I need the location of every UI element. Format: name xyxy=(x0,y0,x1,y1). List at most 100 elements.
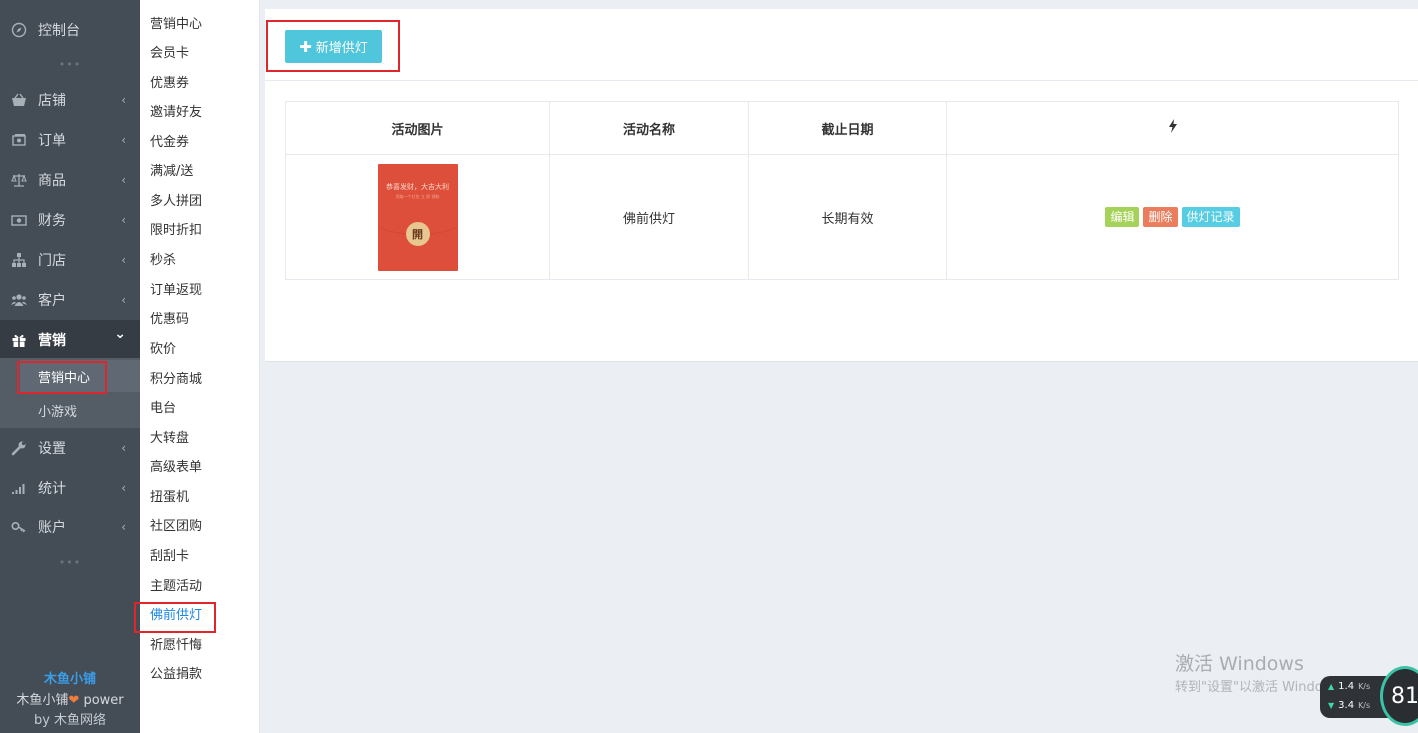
sidebar-item-label: 商品 xyxy=(38,173,66,189)
sidebar-item-statistics[interactable]: 统计 ‹ xyxy=(0,468,140,508)
edit-button[interactable]: 编辑 xyxy=(1105,207,1140,227)
marketing-menu-item[interactable]: 积分商城 xyxy=(150,370,202,390)
upload-arrow-icon: ▲ xyxy=(1328,682,1335,691)
delete-button[interactable]: 删除 xyxy=(1143,207,1178,227)
chevron-left-icon: ‹ xyxy=(121,441,126,455)
marketing-menu-item[interactable]: 优惠券 xyxy=(150,74,189,94)
chevron-left-icon: ‹ xyxy=(121,293,126,307)
marketing-menu-item[interactable]: 主题活动 xyxy=(150,577,202,597)
sidebar-item-customers[interactable]: 客户 ‹ xyxy=(0,280,140,320)
table-row: 恭喜发财，大吉大利 领取一个红包 立 即 领取 開 佛前供灯 长期有效 编辑 删除… xyxy=(285,154,1399,280)
column-header-image: 活动图片 xyxy=(285,101,550,155)
marketing-menu-item[interactable]: 刮刮卡 xyxy=(150,547,189,567)
table-header-row: 活动图片 活动名称 截止日期 xyxy=(285,101,1399,155)
brand-power-suffix: power xyxy=(83,693,124,708)
sitemap-icon xyxy=(10,251,28,269)
chevron-left-icon: ‹ xyxy=(121,213,126,227)
sidebar-item-label: 客户 xyxy=(38,293,66,309)
lightning-icon xyxy=(1168,119,1177,133)
marketing-menu-item[interactable]: 限时折扣 xyxy=(150,221,202,241)
heart-icon: ❤ xyxy=(68,693,80,708)
sidebar-item-finance[interactable]: 财务 ‹ xyxy=(0,200,140,240)
marketing-menu-item[interactable]: 代金券 xyxy=(150,133,189,153)
lamp-records-button[interactable]: 供灯记录 xyxy=(1181,207,1240,227)
sidebar-item-label: 订单 xyxy=(38,133,66,149)
sidebar-item-account[interactable]: 账户 ‹ xyxy=(0,507,140,547)
sidebar-item-stores[interactable]: 门店 ‹ xyxy=(0,240,140,280)
chevron-left-icon: ‹ xyxy=(121,173,126,187)
order-icon xyxy=(10,131,28,149)
marketing-menu-item[interactable]: 祈愿忏悔 xyxy=(150,636,202,656)
activity-image-cell: 恭喜发财，大吉大利 领取一个红包 立 即 领取 開 xyxy=(285,154,550,280)
activation-watermark-title: 激活 Windows xyxy=(1175,653,1304,675)
marketing-menu-item[interactable]: 秒杀 xyxy=(150,251,176,271)
upload-speed: ▲ 1.4 K/s xyxy=(1328,681,1370,692)
download-speed: ▼ 3.4 K/s xyxy=(1328,700,1370,711)
main-sidebar: 控制台 ••• 店铺 ‹ 订单 ‹ 商品 ‹ 财务 ‹ 门店 ‹ 客户 ‹ 营销… xyxy=(0,0,140,733)
column-header-deadline: 截止日期 xyxy=(748,101,947,155)
sidebar-item-orders[interactable]: 订单 ‹ xyxy=(0,120,140,160)
marketing-menu-item[interactable]: 扭蛋机 xyxy=(150,488,189,508)
toolbar: ✚ 新增供灯 xyxy=(265,9,1418,81)
add-lamp-label: 新增供灯 xyxy=(315,41,368,56)
brand-by-line: by 木鱼网络 xyxy=(33,713,107,728)
download-value: 3.4 xyxy=(1338,700,1355,711)
sidebar-item-label: 财务 xyxy=(38,213,66,229)
red-envelope-image[interactable]: 恭喜发财，大吉大利 领取一个红包 立 即 领取 開 xyxy=(377,163,458,271)
chevron-left-icon: ‹ xyxy=(121,520,126,534)
sidebar-item-dashboard[interactable]: 控制台 xyxy=(0,10,140,50)
sidebar-item-label: 店铺 xyxy=(38,93,66,109)
marketing-menu-item[interactable]: 多人拼团 xyxy=(150,192,202,212)
thumb-title: 恭喜发财，大吉大利 xyxy=(386,182,449,191)
marketing-menu-item[interactable]: 邀请好友 xyxy=(150,103,202,123)
upload-value: 1.4 xyxy=(1338,681,1355,692)
column-header-actions xyxy=(946,101,1399,155)
separator-dots: ••• xyxy=(58,58,82,71)
key-icon xyxy=(10,518,28,536)
chevron-left-icon: ‹ xyxy=(121,481,126,495)
chevron-left-icon: ‹ xyxy=(121,93,126,107)
submenu-item-mini-games[interactable]: 小游戏 xyxy=(20,394,140,426)
marketing-menu-item[interactable]: 订单返现 xyxy=(150,281,202,301)
chevron-left-icon: ‹ xyxy=(121,253,126,267)
sidebar-item-marketing[interactable]: 营销 ⌄ xyxy=(0,320,140,360)
sidebar-item-store[interactable]: 店铺 ‹ xyxy=(0,80,140,120)
marketing-menu-item[interactable]: 营销中心 xyxy=(150,15,202,35)
upload-unit: K/s xyxy=(1358,682,1371,691)
sidebar-item-products[interactable]: 商品 ‹ xyxy=(0,160,140,200)
marketing-menu-item[interactable]: 电台 xyxy=(150,399,176,419)
marketing-menu-item[interactable]: 高级表单 xyxy=(150,458,202,478)
open-seal: 開 xyxy=(405,221,430,246)
marketing-menu-item[interactable]: 佛前供灯 xyxy=(150,606,202,626)
store-icon xyxy=(10,91,28,109)
dashboard-icon xyxy=(10,21,28,39)
plus-icon: ✚ xyxy=(299,37,312,56)
marketing-menu-item[interactable]: 砍价 xyxy=(150,340,176,360)
gift-icon xyxy=(10,331,28,349)
marketing-menu-item[interactable]: 社区团购 xyxy=(150,517,202,537)
marketing-menu-item[interactable]: 大转盘 xyxy=(150,429,189,449)
brand-power-prefix: 木鱼小铺 xyxy=(16,693,69,708)
marketing-menu-item[interactable]: 优惠码 xyxy=(150,310,189,330)
activity-name-cell: 佛前供灯 xyxy=(549,154,749,280)
sidebar-item-label: 设置 xyxy=(38,441,66,457)
marketing-menu-item[interactable]: 公益捐款 xyxy=(150,665,202,685)
sidebar-item-settings[interactable]: 设置 ‹ xyxy=(0,428,140,468)
download-unit: K/s xyxy=(1358,701,1371,710)
brand-name[interactable]: 木鱼小铺 xyxy=(0,668,140,687)
scale-icon xyxy=(10,171,28,189)
submenu-item-marketing-center[interactable]: 营销中心 xyxy=(20,360,140,392)
sidebar-item-label: 控制台 xyxy=(38,23,80,39)
activity-table: 活动图片 活动名称 截止日期 恭喜发财，大吉大利 领取一个红包 立 即 领取 開 xyxy=(285,101,1399,280)
marketing-menu-item[interactable]: 满减/送 xyxy=(150,162,193,182)
add-lamp-button[interactable]: ✚ 新增供灯 xyxy=(285,30,382,63)
download-arrow-icon: ▼ xyxy=(1328,701,1335,710)
brand-power-line: 木鱼小铺❤ power xyxy=(0,689,140,708)
content-panel: ✚ 新增供灯 活动图片 活动名称 截止日期 恭喜发财，大吉大利 领取一个红包 立… xyxy=(265,9,1418,362)
marketing-menu-item[interactable]: 会员卡 xyxy=(150,44,189,64)
chevron-down-icon: ⌄ xyxy=(114,326,126,342)
separator-dots: ••• xyxy=(58,556,82,569)
top-strip xyxy=(265,0,1418,9)
signal-icon xyxy=(10,479,28,497)
activity-deadline-cell: 长期有效 xyxy=(748,154,947,280)
